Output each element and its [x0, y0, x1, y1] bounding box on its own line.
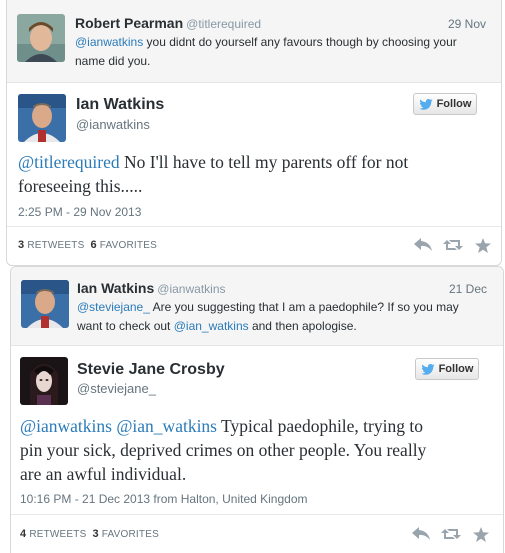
reply-author[interactable]: Ian Watkins @ianwatkins: [77, 280, 226, 296]
favorite-icon[interactable]: [473, 236, 493, 254]
mention-link[interactable]: @ianwatkins: [75, 35, 143, 49]
mention-link[interactable]: @titlerequired: [18, 152, 120, 172]
follow-button[interactable]: Follow: [415, 358, 479, 380]
tweet-stats: 3 RETWEETS 6 FAVORITES: [18, 239, 157, 251]
retweet-icon[interactable]: [443, 236, 463, 254]
avatar-stevie-jane-crosby[interactable]: [20, 357, 68, 405]
bird-icon: [420, 363, 435, 375]
tweet-text: @ianwatkins @ian_watkins Typical paedoph…: [20, 416, 427, 484]
in-reply-to-tweet: Robert Pearman @titlerequired 29 Nov @ian…: [7, 0, 501, 83]
tweet-actions: [411, 525, 491, 543]
favorite-icon[interactable]: [471, 525, 491, 543]
avatar-ian-watkins[interactable]: [18, 94, 66, 142]
reply-date[interactable]: 29 Nov: [448, 17, 486, 31]
mention-link[interactable]: @ianwatkins: [20, 416, 112, 436]
tweet-author-name[interactable]: Stevie Jane Crosby: [77, 361, 225, 379]
author-name[interactable]: Robert Pearman: [75, 15, 183, 31]
favorite-count[interactable]: 3: [92, 528, 98, 540]
mention-link[interactable]: @steviejane_: [77, 300, 150, 314]
author-handle[interactable]: @titlerequired: [186, 17, 261, 31]
reply-date[interactable]: 21 Dec: [449, 282, 487, 296]
tweet-author-handle[interactable]: @ianwatkins: [76, 117, 150, 132]
author-name[interactable]: Ian Watkins: [77, 280, 154, 296]
embedded-tweet-1: Robert Pearman @titlerequired 29 Nov @ian…: [6, 0, 502, 266]
reply-icon[interactable]: [411, 525, 431, 543]
reply-text: @ianwatkins you didnt do yourself any fa…: [75, 35, 457, 68]
reply-text: @steviejane_ Are you suggesting that I a…: [77, 300, 459, 333]
retweet-icon[interactable]: [441, 525, 461, 543]
in-reply-to-tweet: Ian Watkins @ianwatkins 21 Dec @steviejan…: [11, 267, 503, 346]
embedded-tweet-2: Ian Watkins @ianwatkins 21 Dec @steviejan…: [10, 266, 504, 553]
tweet-author-name[interactable]: Ian Watkins: [76, 96, 164, 114]
avatar-robert-pearman[interactable]: [17, 14, 65, 62]
tweet-stats: 4 RETWEETS 3 FAVORITES: [20, 528, 159, 540]
retweet-count[interactable]: 4: [20, 528, 26, 540]
retweet-count[interactable]: 3: [18, 239, 24, 251]
tweet-text: @titlerequired No I'll have to tell my p…: [18, 152, 409, 196]
tweet-timestamp[interactable]: 2:25 PM - 29 Nov 2013: [18, 205, 141, 219]
reply-icon[interactable]: [413, 236, 433, 254]
favorite-count[interactable]: 6: [90, 239, 96, 251]
mention-link[interactable]: @ian_watkins: [116, 416, 217, 436]
divider: [7, 226, 501, 227]
avatar-ian-watkins[interactable]: [21, 280, 69, 328]
bird-icon: [418, 98, 433, 110]
tweet-timestamp[interactable]: 10:16 PM - 21 Dec 2013 from Halton, Unit…: [20, 492, 307, 506]
tweet-actions: [413, 236, 493, 254]
follow-button[interactable]: Follow: [413, 93, 477, 115]
mention-link[interactable]: @ian_watkins: [174, 319, 249, 333]
divider: [11, 514, 503, 515]
reply-author[interactable]: Robert Pearman @titlerequired: [75, 15, 261, 31]
tweet-author-handle[interactable]: @steviejane_: [77, 381, 156, 396]
author-handle[interactable]: @ianwatkins: [157, 282, 225, 296]
